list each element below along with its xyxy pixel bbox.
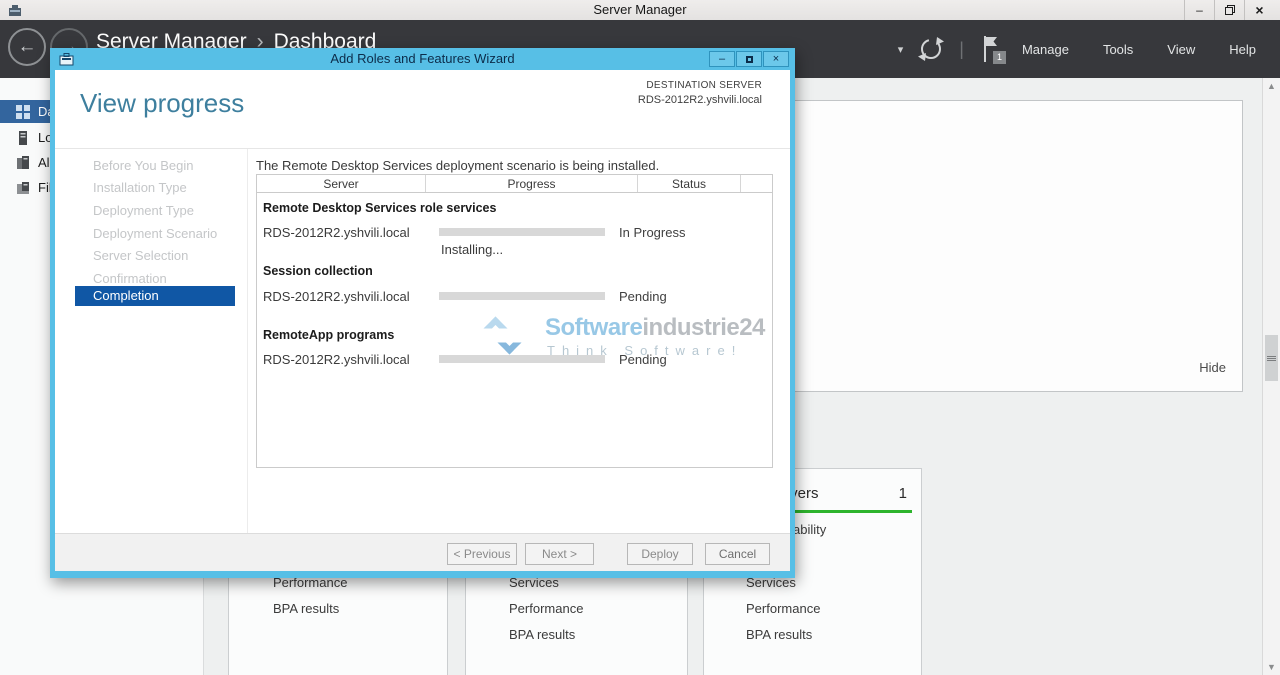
column-server[interactable]: Server [257,175,426,192]
wizard-footer: < Previous Next > Deploy Cancel [55,533,790,571]
refresh-icon[interactable] [917,35,945,63]
wizard-step-deployment-scenario[interactable]: Deployment Scenario [75,226,235,241]
notification-badge: 1 [993,51,1006,64]
chevron-down-icon[interactable]: ▾ [898,43,904,56]
hide-link[interactable]: Hide [1199,360,1226,375]
notifications-flag-icon[interactable]: 1 [980,34,1004,64]
scroll-down-icon[interactable]: ▼ [1263,662,1280,672]
wizard-step-server-selection[interactable]: Server Selection [75,248,235,263]
group-header: RemoteApp programs [263,328,394,342]
close-icon[interactable]: × [1244,0,1274,20]
tile-count: 1 [899,485,907,502]
wizard-step-before-you-begin[interactable]: Before You Begin [75,158,235,173]
menu-view[interactable]: View [1167,42,1195,57]
table-row-server: RDS-2012R2.yshvili.local [263,289,410,304]
destination-server: DESTINATION SERVER RDS-2012R2.yshvili.lo… [638,80,762,106]
tile-link[interactable]: Performance [746,601,820,616]
wizard-title: Add Roles and Features Wizard [50,48,795,70]
menu-help[interactable]: Help [1229,42,1256,57]
dashboard-grid-icon [16,105,30,119]
window-title: Server Manager [0,2,1280,17]
destination-server-label: DESTINATION SERVER [638,80,762,91]
maximize-icon[interactable] [1214,0,1244,20]
vertical-scrollbar[interactable]: ▲ ▼ [1262,78,1280,675]
nav-divider [247,149,248,533]
wizard-maximize-icon[interactable] [736,51,762,67]
wizard-step-completion[interactable]: Completion [75,286,235,306]
progress-bar [439,228,605,236]
table-header: Server Progress Status [257,175,772,193]
table-row-server: RDS-2012R2.yshvili.local [263,225,410,240]
server-icon [16,131,30,145]
add-roles-features-wizard: Add Roles and Features Wizard – × View p… [50,48,795,578]
menu-manage[interactable]: Manage [1022,42,1069,57]
scroll-up-icon[interactable]: ▲ [1263,81,1280,91]
status-badge: Pending [619,352,667,367]
minimize-icon[interactable]: – [1184,0,1214,20]
wizard-minimize-icon[interactable]: – [709,51,735,67]
next-button[interactable]: Next > [525,543,594,565]
status-badge: Pending [619,289,667,304]
status-badge: In Progress [619,225,685,240]
group-header: Session collection [263,264,373,278]
wizard-body: View progress DESTINATION SERVER RDS-201… [50,70,795,578]
file-storage-icon [16,181,30,195]
tile-link[interactable]: BPA results [273,601,339,616]
back-button[interactable]: ← [8,28,46,66]
servers-icon [16,156,30,170]
cancel-button[interactable]: Cancel [705,543,770,565]
wizard-titlebar[interactable]: Add Roles and Features Wizard – × [50,48,795,70]
progress-bar [439,292,605,300]
wizard-close-icon[interactable]: × [763,51,789,67]
deploy-button[interactable]: Deploy [627,543,693,565]
scrollbar-thumb[interactable] [1265,335,1278,381]
group-header: Remote Desktop Services role services [263,201,496,215]
destination-server-name: RDS-2012R2.yshvili.local [638,94,762,106]
tile-link[interactable]: BPA results [509,627,575,642]
progress-note: Installing... [441,242,503,257]
wizard-step-installation-type[interactable]: Installation Type [75,180,235,195]
progress-bar [439,355,605,363]
install-message: The Remote Desktop Services deployment s… [256,158,659,173]
wizard-step-deployment-type[interactable]: Deployment Type [75,203,235,218]
column-progress[interactable]: Progress [426,175,638,192]
tile-link[interactable]: Performance [509,601,583,616]
wizard-heading: View progress [80,88,244,119]
previous-button[interactable]: < Previous [447,543,517,565]
window-titlebar: Server Manager – × [0,0,1280,20]
menu-tools[interactable]: Tools [1103,42,1133,57]
server-manager-window: Server Manager – × ← → Server Manager›Da… [0,0,1280,675]
wizard-step-confirmation[interactable]: Confirmation [75,271,235,286]
table-row-server: RDS-2012R2.yshvili.local [263,352,410,367]
header-divider [55,148,790,149]
navbar-divider: | [959,39,964,60]
column-status[interactable]: Status [638,175,741,192]
tile-link[interactable]: BPA results [746,627,812,642]
progress-table: Server Progress Status Remote Desktop Se… [256,174,773,468]
